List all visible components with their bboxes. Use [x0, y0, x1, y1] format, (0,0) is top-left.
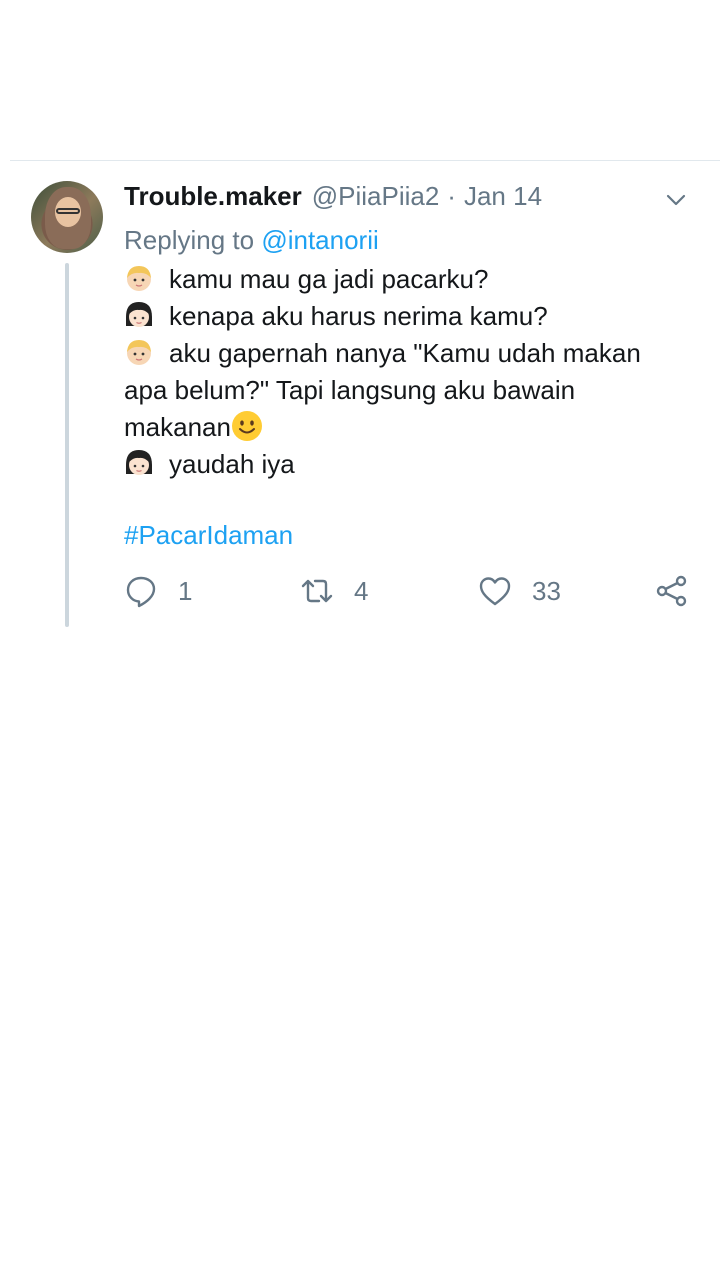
boy-emoji — [127, 266, 151, 291]
tweet-line-4: apa belum?" Tapi langsung aku bawain — [124, 372, 694, 409]
share-button[interactable] — [655, 573, 689, 609]
display-name[interactable]: Trouble.maker — [124, 181, 302, 212]
tweet-header: Trouble.maker @PiiaPiia2 · Jan 14 — [124, 181, 542, 215]
tweet-line-3: aku gapernah nanya "Kamu udah makan — [124, 335, 694, 372]
reply-count: 1 — [178, 575, 193, 606]
retweet-icon — [301, 579, 333, 603]
tweet-line-4-text: apa belum?" Tapi langsung aku bawain — [124, 375, 576, 405]
reply-button[interactable]: 1 — [124, 573, 192, 609]
boy-emoji — [127, 340, 151, 365]
tweet-divider — [10, 160, 720, 161]
tweet-line-5-text: makanan — [124, 412, 231, 442]
girl-emoji — [126, 450, 152, 475]
replying-to-label: Replying to — [124, 225, 255, 255]
smiling-face-emoji — [231, 411, 262, 441]
top-blank-area — [0, 0, 720, 160]
chevron-down-icon[interactable] — [664, 188, 688, 212]
girl-emoji — [126, 302, 152, 327]
tweet-line-3-text: aku gapernah nanya "Kamu udah makan — [169, 338, 641, 368]
thread-line — [65, 263, 69, 627]
header-separator: · — [447, 181, 456, 211]
share-icon — [656, 575, 687, 607]
tweet-line-2-text: kenapa aku harus nerima kamu? — [169, 301, 548, 331]
tweet-line-5: makanan — [124, 409, 694, 446]
retweet-count: 4 — [354, 575, 369, 606]
tweet-text: kamu mau ga jadi pacarku? kenapa aku har… — [124, 261, 694, 483]
tweet-line-2: kenapa aku harus nerima kamu? — [124, 298, 694, 335]
tweet-line-1-text: kamu mau ga jadi pacarku? — [169, 264, 489, 294]
heart-icon — [479, 577, 511, 606]
like-button[interactable]: 33 — [478, 573, 561, 609]
reply-icon — [126, 576, 156, 608]
retweet-button[interactable]: 4 — [300, 573, 368, 609]
replying-to: Replying to @intanorii — [124, 225, 379, 256]
reply-mention-link[interactable]: @intanorii — [261, 225, 378, 255]
tweet-line-6-text: yaudah iya — [169, 449, 295, 479]
avatar-glasses — [56, 208, 80, 214]
tweet-line-6: yaudah iya — [124, 446, 694, 483]
like-count: 33 — [532, 575, 561, 606]
avatar[interactable] — [31, 181, 103, 253]
hashtag-link[interactable]: #PacarIdaman — [124, 520, 293, 551]
user-handle[interactable]: @PiiaPiia2 — [312, 181, 440, 212]
tweet-date[interactable]: Jan 14 — [464, 181, 542, 212]
tweet-line-1: kamu mau ga jadi pacarku? — [124, 261, 694, 298]
